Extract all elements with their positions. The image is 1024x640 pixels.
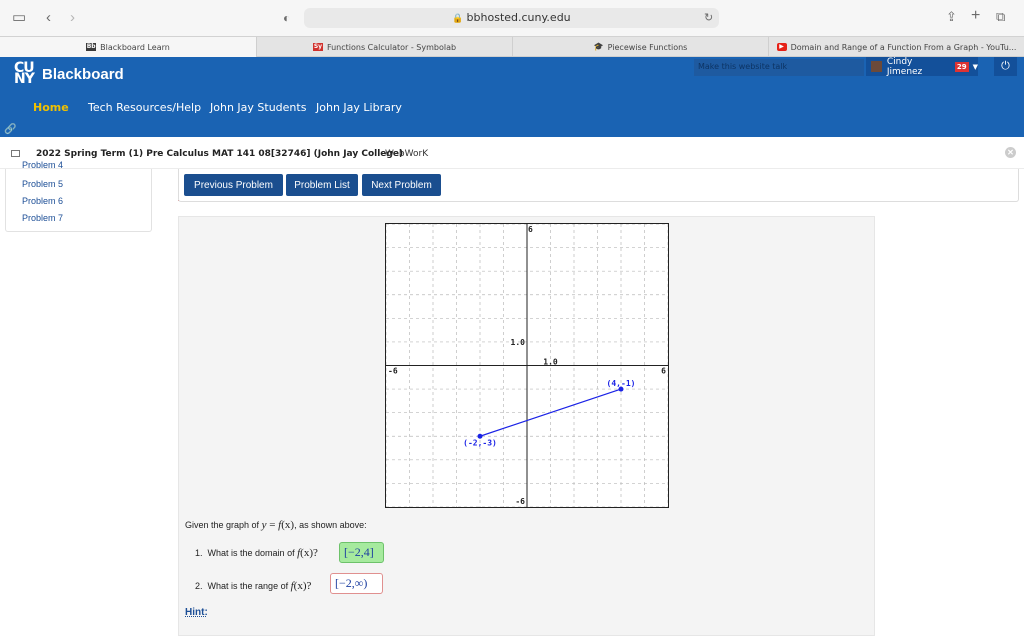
x-min-label: -6 bbox=[388, 367, 398, 376]
tab-piecewise-functions[interactable]: 🎓 Piecewise Functions bbox=[512, 37, 768, 57]
brand-name: Blackboard bbox=[42, 65, 124, 83]
course-menu-icon[interactable] bbox=[11, 150, 20, 157]
question-2: 2. What is the range of f(x)? bbox=[195, 580, 311, 592]
intro-x: (x) bbox=[281, 519, 295, 531]
range-answer-input[interactable]: [−2,∞) bbox=[330, 573, 383, 594]
tab-label: Domain and Range of a Function From a Gr… bbox=[790, 42, 1017, 52]
chevron-down-icon: ▼ bbox=[972, 62, 978, 71]
cuny-blackboard-logo[interactable]: CU NY Blackboard bbox=[14, 60, 124, 87]
breadcrumb: 2022 Spring Term (1) Pre Calculus MAT 14… bbox=[0, 137, 1024, 169]
tab-label: Functions Calculator - Symbolab bbox=[326, 42, 457, 52]
hint-link[interactable]: Hint: bbox=[185, 607, 208, 618]
cuny-logo-icon: CU NY bbox=[14, 60, 35, 87]
x-max-label: 6 bbox=[661, 367, 666, 376]
sidebar-item-problem-4[interactable]: Problem 4 bbox=[22, 160, 63, 168]
y-max-label: 6 bbox=[528, 225, 533, 234]
q2-x: (x)? bbox=[293, 580, 312, 592]
sidebar-toggle-icon[interactable]: ▭ bbox=[12, 10, 26, 26]
q1-text: What is the domain of bbox=[207, 548, 295, 558]
breadcrumb-course[interactable]: 2022 Spring Term (1) Pre Calculus MAT 14… bbox=[36, 149, 403, 159]
tab-symbolab[interactable]: Sy Functions Calculator - Symbolab bbox=[256, 37, 512, 57]
tab-label: Piecewise Functions bbox=[607, 42, 688, 52]
new-tab-icon[interactable]: + bbox=[971, 8, 980, 24]
privacy-shield-icon[interactable]: ◐ bbox=[283, 10, 290, 26]
url-text: bbhosted.cuny.edu bbox=[466, 11, 571, 24]
tab-blackboard-learn[interactable]: Bb Blackboard Learn bbox=[0, 37, 256, 57]
intro-eq: = bbox=[266, 519, 279, 531]
blackboard-header: CU NY Blackboard Make this website talk C… bbox=[0, 57, 1024, 137]
function-graph: 6 -6 -6 6 1.0 1.0 (-2,-3) (4,-1) bbox=[385, 223, 669, 508]
user-menu[interactable]: Cindy Jimenez 29 ▼ bbox=[866, 56, 978, 77]
lock-icon: 🔒 bbox=[452, 14, 464, 24]
tab-label: Blackboard Learn bbox=[100, 42, 170, 52]
q1-x: (x)? bbox=[300, 547, 318, 559]
address-bar[interactable]: 🔒 bbhosted.cuny.edu ↻ bbox=[304, 8, 719, 28]
browser-toolbar: ▭ ‹ › ◐ 🔒 bbhosted.cuny.edu ↻ ⇪ + ⧉ bbox=[0, 0, 1024, 36]
notification-badge: 29 bbox=[954, 61, 969, 72]
nav-tech-resources[interactable]: Tech Resources/Help bbox=[88, 101, 201, 114]
domain-answer-input[interactable]: [−2,4] bbox=[339, 542, 384, 563]
nav-home[interactable]: Home bbox=[33, 101, 69, 114]
q1-number: 1. bbox=[195, 548, 203, 558]
q2-text: What is the range of bbox=[207, 581, 289, 591]
problem-nav-bar: Previous Problem Problem List Next Probl… bbox=[178, 169, 1019, 202]
problem-list-button[interactable]: Problem List bbox=[286, 174, 358, 196]
tab-youtube[interactable]: ▶ Domain and Range of a Function From a … bbox=[768, 37, 1024, 57]
y-min-label: -6 bbox=[515, 497, 525, 506]
problem-list-sidebar: Problem 4 Problem 5 Problem 6 Problem 7 bbox=[5, 160, 152, 232]
reload-icon[interactable]: ↻ bbox=[704, 10, 713, 26]
sidebar-item-problem-5[interactable]: Problem 5 bbox=[22, 179, 63, 189]
graduation-cap-favicon-icon: 🎓 bbox=[593, 42, 604, 51]
user-name: Cindy Jimenez bbox=[886, 56, 923, 77]
q2-number: 2. bbox=[195, 581, 203, 591]
intro-prefix: Given the graph of bbox=[185, 520, 262, 530]
link-icon[interactable]: 🔗 bbox=[4, 124, 16, 135]
symbolab-favicon-icon: Sy bbox=[312, 43, 323, 51]
avatar bbox=[871, 61, 882, 72]
logout-power-icon[interactable]: ⏻ bbox=[994, 57, 1017, 76]
question-intro: Given the graph of y = f(x), as shown ab… bbox=[185, 519, 367, 531]
share-icon[interactable]: ⇪ bbox=[946, 9, 957, 25]
make-website-talk-button[interactable]: Make this website talk bbox=[694, 59, 864, 76]
sidebar-item-problem-6[interactable]: Problem 6 bbox=[22, 196, 63, 206]
tab-overview-icon[interactable]: ⧉ bbox=[996, 9, 1005, 25]
x-unit-label: 1.0 bbox=[543, 358, 558, 367]
y-unit-label: 1.0 bbox=[511, 338, 526, 347]
question-1: 1. What is the domain of f(x)? bbox=[195, 547, 318, 559]
sidebar-item-problem-7[interactable]: Problem 7 bbox=[22, 213, 63, 223]
nav-john-jay-library[interactable]: John Jay Library bbox=[316, 101, 402, 114]
youtube-favicon-icon: ▶ bbox=[776, 43, 787, 51]
point-label-left: (-2,-3) bbox=[463, 438, 497, 447]
nav-john-jay-students[interactable]: John Jay Students bbox=[210, 101, 306, 114]
point-label-right: (4,-1) bbox=[607, 379, 636, 388]
forward-icon[interactable]: › bbox=[70, 10, 75, 26]
next-problem-button[interactable]: Next Problem bbox=[362, 174, 441, 196]
graph-svg: 6 -6 -6 6 1.0 1.0 (-2,-3) (4,-1) bbox=[385, 223, 669, 508]
intro-suffix: , as shown above: bbox=[294, 520, 367, 530]
previous-problem-button[interactable]: Previous Problem bbox=[184, 174, 283, 196]
tab-strip: Bb Blackboard Learn Sy Functions Calcula… bbox=[0, 36, 1024, 57]
breadcrumb-section[interactable]: WebWorK bbox=[385, 149, 428, 159]
back-icon[interactable]: ‹ bbox=[46, 10, 51, 26]
close-icon[interactable]: ✕ bbox=[1005, 147, 1016, 158]
blackboard-favicon-icon: Bb bbox=[86, 43, 97, 51]
